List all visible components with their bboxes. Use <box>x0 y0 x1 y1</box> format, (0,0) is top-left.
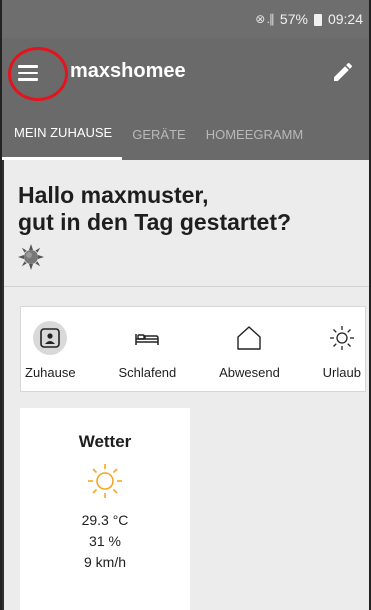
sun-icon <box>88 464 122 498</box>
signal-icon: ⊗ .∥ <box>255 12 275 26</box>
mode-zuhause[interactable]: Zuhause <box>25 307 76 391</box>
tab-bar: MEIN ZUHAUSE GERÄTE HOMEEGRAMM <box>2 108 369 160</box>
mode-label-schlafend: Schlafend <box>118 365 177 380</box>
pencil-icon[interactable] <box>331 60 355 84</box>
mode-schlafend[interactable]: Schlafend <box>118 307 176 391</box>
sun-dim-icon <box>18 244 44 270</box>
greeting-line-1: Hallo maxmuster, <box>18 182 209 208</box>
app-title: maxshomee <box>70 60 186 82</box>
mode-selector: Zuhause Schlafend Abwesend Urlaub <box>20 306 366 392</box>
status-time: 09:24 <box>327 11 363 27</box>
tab-geraete[interactable]: GERÄTE <box>122 108 195 160</box>
battery-icon <box>313 14 322 26</box>
mode-label-urlaub: Urlaub <box>322 365 361 380</box>
battery-percent: 57% <box>279 11 308 27</box>
bed-icon <box>135 334 160 345</box>
app-bar: maxshomee <box>2 38 369 108</box>
divider <box>4 286 369 287</box>
mode-label-abwesend: Abwesend <box>219 365 280 380</box>
house-outline-icon <box>237 326 262 350</box>
hamburger-menu-icon[interactable] <box>14 58 42 88</box>
mode-abwesend[interactable]: Abwesend <box>219 307 280 391</box>
mode-urlaub[interactable]: Urlaub <box>323 307 361 391</box>
weather-title: Wetter <box>78 432 132 451</box>
weather-temperature: 29.3 °C <box>81 512 129 528</box>
sun-outline-icon <box>329 326 354 350</box>
tab-mein-zuhause[interactable]: MEIN ZUHAUSE <box>2 108 123 160</box>
home-person-icon <box>40 328 61 348</box>
mode-label-zuhause: Zuhause <box>25 365 76 380</box>
greeting-text: Hallo maxmuster, gut in den Tag gestarte… <box>18 182 291 236</box>
status-bar: ⊗ .∥ 57% 09:24 <box>2 0 369 38</box>
phone-screen: ⊗ .∥ 57% 09:24 maxshomee MEIN ZUHAUSE GE… <box>0 0 371 610</box>
tab-homeegramm[interactable]: HOMEEGRAMM <box>196 108 314 160</box>
main-content: Hallo maxmuster, gut in den Tag gestarte… <box>4 160 369 610</box>
weather-card[interactable]: Wetter 29.3 °C 31 % 9 km/h <box>20 408 190 610</box>
greeting-line-2: gut in den Tag gestartet? <box>18 209 292 235</box>
weather-humidity: 31 % <box>89 533 121 549</box>
weather-wind: 9 km/h <box>83 554 126 570</box>
